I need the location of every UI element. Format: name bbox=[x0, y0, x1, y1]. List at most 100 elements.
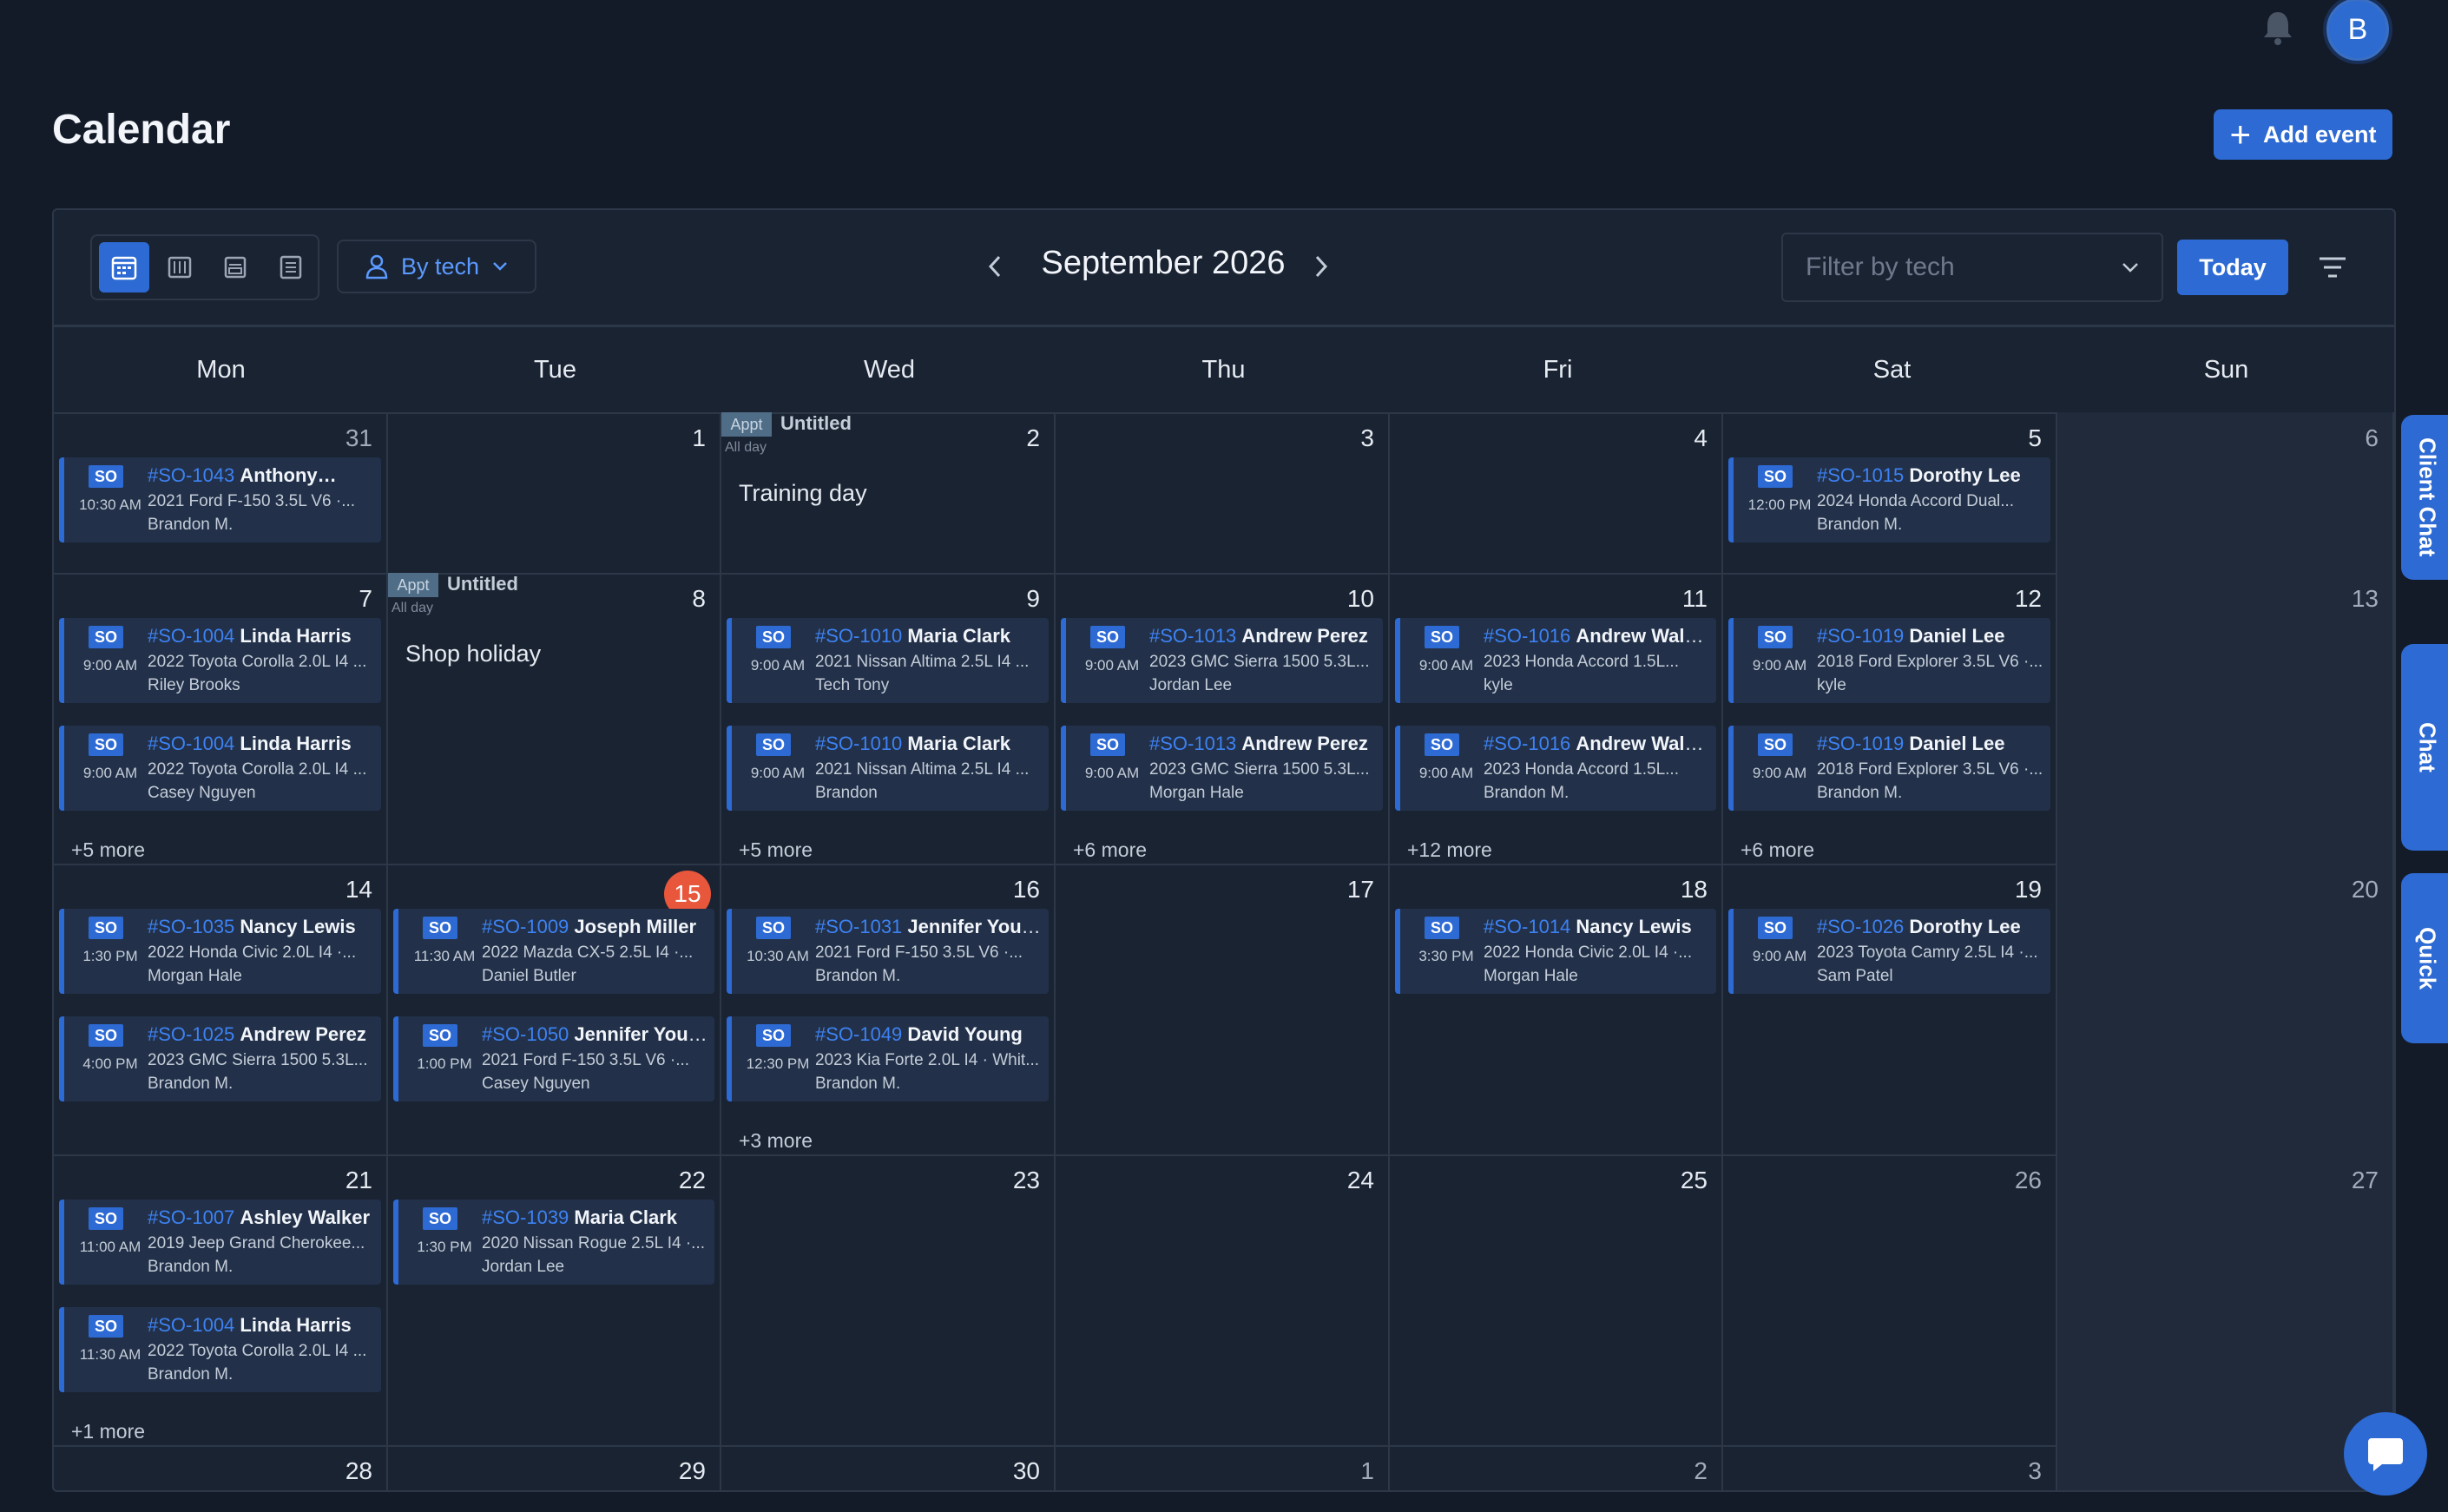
day-cell[interactable]: 2 bbox=[1390, 1445, 1723, 1490]
day-cell[interactable]: 8 Appt Untitled All day Shop holiday bbox=[388, 573, 721, 864]
order-number: #SO-1016 bbox=[1484, 733, 1571, 754]
service-order-card[interactable]: SO 9:00 AM #SO-1010 Maria Clark 2021 Nissan… bbox=[727, 726, 1049, 811]
view-switcher bbox=[90, 234, 319, 300]
more-events-link[interactable]: +3 more bbox=[739, 1129, 813, 1153]
day-cell[interactable]: 13 bbox=[2057, 573, 2394, 864]
list-view-icon[interactable] bbox=[266, 242, 316, 293]
service-order-card[interactable]: SO 10:30 AM #SO-1043 Anthony… 2021 Ford F-1… bbox=[59, 457, 381, 542]
service-order-card[interactable]: SO 9:00 AM #SO-1026 Dorothy Lee 2023 Toyota… bbox=[1728, 909, 2050, 994]
day-number: 8 bbox=[692, 585, 706, 612]
next-month-button[interactable] bbox=[1304, 247, 1339, 286]
month-view-icon[interactable] bbox=[99, 242, 149, 293]
service-order-card[interactable]: SO 9:00 AM #SO-1019 Daniel Lee 2018 Ford Ex… bbox=[1728, 726, 2050, 811]
appt-description[interactable]: Shop holiday bbox=[405, 641, 541, 667]
day-cell[interactable]: 2 Appt Untitled All day Training day bbox=[721, 412, 1056, 573]
day-cell[interactable]: 30 bbox=[721, 1445, 1056, 1490]
service-order-card[interactable]: SO 12:30 PM #SO-1049 David Young 2023 Kia F… bbox=[727, 1016, 1049, 1101]
chevron-right-icon bbox=[1315, 255, 1328, 278]
service-order-card[interactable]: SO 9:00 AM #SO-1004 Linda Harris 2022 Toyot… bbox=[59, 726, 381, 811]
user-avatar[interactable]: B bbox=[2323, 0, 2392, 64]
more-events-link[interactable]: +6 more bbox=[1741, 838, 1814, 862]
day-cell[interactable]: 29 bbox=[388, 1445, 721, 1490]
day-cell[interactable]: 1 bbox=[1056, 1445, 1390, 1490]
day-cell[interactable]: 4 bbox=[1390, 412, 1723, 573]
service-order-card[interactable]: SO 4:00 PM #SO-1025 Andrew Perez 2023 GMC S… bbox=[59, 1016, 381, 1101]
day-cell[interactable]: 24 bbox=[1056, 1154, 1390, 1445]
day-cell[interactable]: 12 SO 9:00 AM #SO-1019 Daniel Lee 2018 Ford … bbox=[1723, 573, 2057, 864]
order-number: #SO-1043 bbox=[148, 464, 235, 486]
day-cell[interactable]: 5 SO 12:00 PM #SO-1015 Dorothy Lee 2024 Hond… bbox=[1723, 412, 2057, 573]
day-cell[interactable]: 10 SO 9:00 AM #SO-1013 Andrew Perez 2023 GMC… bbox=[1056, 573, 1390, 864]
day-cell[interactable]: 21 SO 11:00 AM #SO-1007 Ashley Walker 2019 J… bbox=[54, 1154, 388, 1445]
service-order-card[interactable]: SO 11:30 AM #SO-1004 Linda Harris 2022 Toyo… bbox=[59, 1307, 381, 1392]
by-tech-dropdown[interactable]: By tech bbox=[337, 240, 536, 293]
day-cell[interactable]: 16 SO 10:30 AM #SO-1031 Jennifer Young 2021 … bbox=[721, 864, 1056, 1154]
day-cell[interactable]: 7 SO 9:00 AM #SO-1004 Linda Harris 2022 Toyo… bbox=[54, 573, 388, 864]
day-cell[interactable]: 6 bbox=[2057, 412, 2394, 573]
appt-description[interactable]: Training day bbox=[739, 480, 867, 507]
vehicle-info: 2018 Ford Explorer 3.5L V6 ·... bbox=[1817, 760, 2043, 779]
filter-by-tech-select[interactable]: Filter by tech bbox=[1781, 233, 2163, 302]
day-cell[interactable]: 14 SO 1:30 PM #SO-1035 Nancy Lewis 2022 Hond… bbox=[54, 864, 388, 1154]
day-cell[interactable]: 19 SO 9:00 AM #SO-1026 Dorothy Lee 2023 Toyo… bbox=[1723, 864, 2057, 1154]
service-order-card[interactable]: SO 1:00 PM #SO-1050 Jennifer Young 2021 For… bbox=[393, 1016, 714, 1101]
event-time: 9:00 AM bbox=[1084, 657, 1140, 674]
customer-name: Nancy Lewis bbox=[1576, 916, 1692, 937]
service-order-card[interactable]: SO 9:00 AM #SO-1013 Andrew Perez 2023 GMC S… bbox=[1061, 618, 1383, 703]
today-button[interactable]: Today bbox=[2177, 240, 2288, 295]
service-order-card[interactable]: SO 9:00 AM #SO-1016 Andrew Walker 2023 Hond… bbox=[1395, 618, 1716, 703]
prev-month-button[interactable] bbox=[977, 247, 1012, 286]
day-cell[interactable]: 26 bbox=[1723, 1154, 2057, 1445]
more-events-link[interactable]: +1 more bbox=[71, 1420, 145, 1443]
assigned-tech: Casey Nguyen bbox=[482, 1075, 590, 1093]
chat-bubble-icon[interactable] bbox=[2344, 1412, 2427, 1496]
day-number: 2 bbox=[1026, 424, 1040, 451]
more-events-link[interactable]: +5 more bbox=[739, 838, 813, 862]
notification-bell-icon[interactable] bbox=[2260, 9, 2295, 47]
vehicle-info: 2020 Nissan Rogue 2.5L I4 ·... bbox=[482, 1234, 706, 1252]
service-order-card[interactable]: SO 9:00 AM #SO-1010 Maria Clark 2021 Nissan… bbox=[727, 618, 1049, 703]
day-cell[interactable]: 22 SO 1:30 PM #SO-1039 Maria Clark 2020 Niss… bbox=[388, 1154, 721, 1445]
service-order-card[interactable]: SO 9:00 AM #SO-1004 Linda Harris 2022 Toyot… bbox=[59, 618, 381, 703]
filter-lines-icon[interactable] bbox=[2314, 253, 2351, 281]
day-cell[interactable]: 11 SO 9:00 AM #SO-1016 Andrew Walker 2023 Ho… bbox=[1390, 573, 1723, 864]
week-view-icon[interactable] bbox=[155, 242, 205, 293]
day-cell[interactable]: 18 SO 3:30 PM #SO-1014 Nancy Lewis 2022 Hond… bbox=[1390, 864, 1723, 1154]
day-cell[interactable]: 3 bbox=[1056, 412, 1390, 573]
more-events-link[interactable]: +6 more bbox=[1073, 838, 1147, 862]
service-order-card[interactable]: SO 9:00 AM #SO-1016 Andrew Walker 2023 Hond… bbox=[1395, 726, 1716, 811]
chat-tab[interactable]: Chat bbox=[2401, 644, 2448, 851]
service-order-card[interactable]: SO 3:30 PM #SO-1014 Nancy Lewis 2022 Honda … bbox=[1395, 909, 1716, 994]
day-cell[interactable]: 25 bbox=[1390, 1154, 1723, 1445]
day-cell[interactable]: 28 bbox=[54, 1445, 388, 1490]
event-time: 1:30 PM bbox=[82, 948, 138, 964]
day-cell[interactable]: 9 SO 9:00 AM #SO-1010 Maria Clark 2021 Nissa… bbox=[721, 573, 1056, 864]
day-cell[interactable]: 15 SO 11:30 AM #SO-1009 Joseph Miller 2022 M… bbox=[388, 864, 721, 1154]
more-events-link[interactable]: +5 more bbox=[71, 838, 145, 862]
service-order-card[interactable]: SO 10:30 AM #SO-1031 Jennifer Young 2021 Fo… bbox=[727, 909, 1049, 994]
event-time: 9:00 AM bbox=[750, 657, 806, 674]
day-cell[interactable]: 31 SO 10:30 AM #SO-1043 Anthony… 2021 Ford F… bbox=[54, 412, 388, 573]
plus-icon: + bbox=[2229, 114, 2251, 154]
add-event-button[interactable]: + Add event bbox=[2214, 109, 2392, 160]
quick-label: Quick bbox=[2414, 926, 2441, 990]
service-order-card[interactable]: SO 1:30 PM #SO-1039 Maria Clark 2020 Nissan… bbox=[393, 1200, 714, 1285]
service-order-card[interactable]: SO 12:00 PM #SO-1015 Dorothy Lee 2024 Honda… bbox=[1728, 457, 2050, 542]
more-events-link[interactable]: +12 more bbox=[1407, 838, 1492, 862]
day-cell[interactable]: 23 bbox=[721, 1154, 1056, 1445]
service-order-card[interactable]: SO 9:00 AM #SO-1013 Andrew Perez 2023 GMC S… bbox=[1061, 726, 1383, 811]
client-chat-tab[interactable]: Client Chat bbox=[2401, 415, 2448, 580]
service-order-card[interactable]: SO 1:30 PM #SO-1035 Nancy Lewis 2022 Honda … bbox=[59, 909, 381, 994]
service-order-card[interactable]: SO 11:30 AM #SO-1009 Joseph Miller 2022 Maz… bbox=[393, 909, 714, 994]
service-order-card[interactable]: SO 9:00 AM #SO-1019 Daniel Lee 2018 Ford Ex… bbox=[1728, 618, 2050, 703]
day-cell[interactable]: 3 bbox=[1723, 1445, 2057, 1490]
day-cell[interactable]: 17 bbox=[1056, 864, 1390, 1154]
day-cell[interactable]: 27 bbox=[2057, 1154, 2394, 1445]
service-order-card[interactable]: SO 11:00 AM #SO-1007 Ashley Walker 2019 Jee… bbox=[59, 1200, 381, 1285]
quick-tab[interactable]: Quick bbox=[2401, 873, 2448, 1043]
day-view-icon[interactable] bbox=[210, 242, 260, 293]
so-badge: SO bbox=[1090, 733, 1125, 756]
day-cell[interactable]: 1 bbox=[388, 412, 721, 573]
assigned-tech: Brandon M. bbox=[1817, 516, 1903, 534]
day-cell[interactable]: 20 bbox=[2057, 864, 2394, 1154]
